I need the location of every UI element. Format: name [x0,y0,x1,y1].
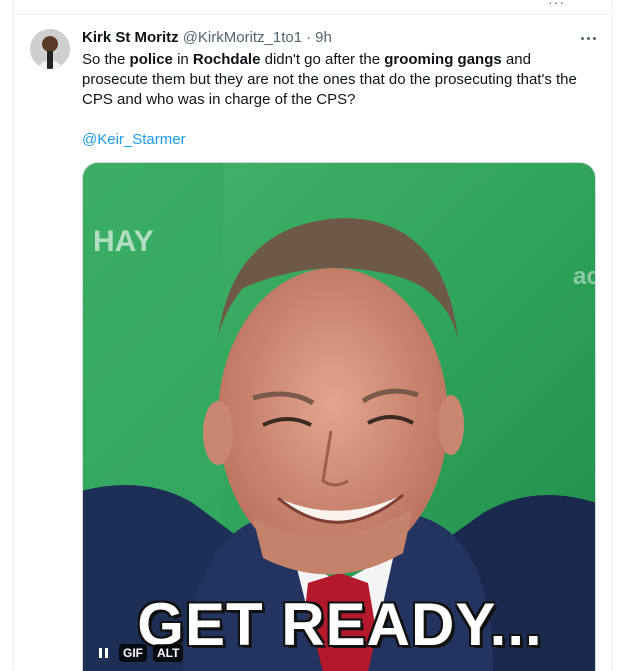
background-sign-text-right: ac [573,263,595,290]
gif-media[interactable]: HAY ac GET READY... GIF ALT [82,162,596,671]
timeline-border-left [13,0,14,671]
header-separator: · [306,29,312,46]
timeline-border-right [612,0,613,671]
tweet-text-bold-segment: Rochdale [192,51,261,68]
avatar-image [30,29,70,69]
alt-badge[interactable]: ALT [153,644,184,662]
author-name[interactable]: Kirk St Moritz [82,28,179,48]
tweet-divider [13,14,613,15]
avatar[interactable] [30,29,70,69]
tweet-text: So the police in Rochdale didn't go afte… [82,50,582,110]
tweet-text-bold-segment: police [129,51,173,68]
tweet-header: Kirk St Moritz @KirkMoritz_1to1 · 9h [82,28,602,48]
tweet-text-bold-segment: grooming gangs [384,51,502,68]
background-sign-text-left: HAY [93,225,154,258]
tweet-text-segment: So the [82,51,130,68]
gif-badge: GIF [119,644,147,662]
tweet-text-segment: didn't go after the [260,51,385,68]
page: ··· Kirk St Moritz @KirkMoritz_1to1 · 9h… [0,0,641,671]
media-controls: GIF ALT [93,643,184,663]
tweet-text-segment: in [172,51,193,68]
pause-icon[interactable] [93,643,113,663]
tweet-body: Kirk St Moritz @KirkMoritz_1to1 · 9h So … [82,28,602,150]
author-handle[interactable]: @KirkMoritz_1to1 [183,28,302,48]
mention-link[interactable]: @Keir_Starmer [82,130,602,150]
previous-tweet-more-icon[interactable]: ··· [548,0,565,10]
tweet-time[interactable]: 9h [315,28,332,48]
more-options-icon[interactable] [578,30,598,46]
